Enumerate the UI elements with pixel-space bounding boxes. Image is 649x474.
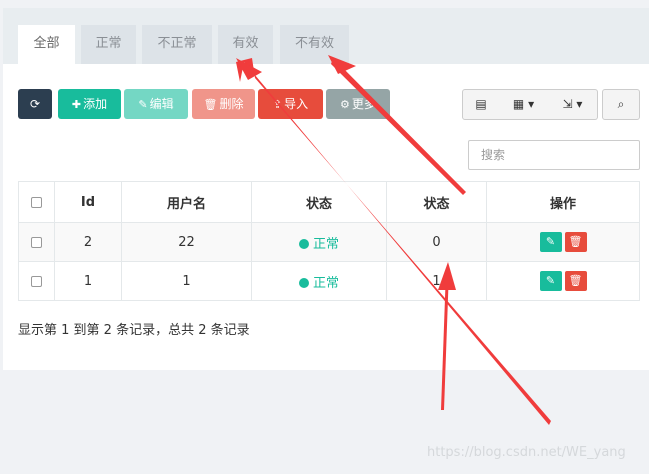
arrow-to-invalid-tab-icon	[331, 58, 466, 195]
arrow-to-status-cell-icon	[441, 270, 449, 410]
annotation-arrows	[236, 55, 551, 425]
watermark: https://blog.csdn.net/WE_yang	[427, 445, 626, 460]
arrow-head-status-icon	[438, 262, 456, 290]
arrow-to-valid-tab-icon	[236, 58, 551, 425]
